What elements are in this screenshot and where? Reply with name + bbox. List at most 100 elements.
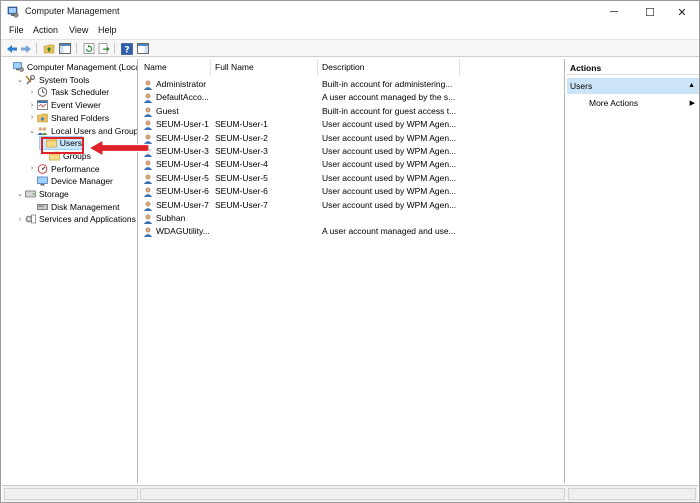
more-actions-item[interactable]: More Actions ▶: [589, 97, 697, 110]
forward-button[interactable]: [19, 42, 33, 55]
collapsed-chevron-icon[interactable]: ›: [28, 114, 36, 121]
cell-name: WDAGUtility...: [156, 226, 210, 237]
cell-description: User account used by WPM Agen...: [322, 199, 457, 210]
annotation-highlight-box: [41, 137, 84, 154]
table-row[interactable]: SEUM-User-7 SEUM-User-7 User account used …: [140, 199, 470, 212]
cell-name: SEUM-User-1: [156, 119, 209, 130]
cell-name: Administrator: [156, 79, 207, 89]
maximize-button[interactable]: ☐: [633, 1, 667, 23]
refresh-button[interactable]: [82, 42, 96, 55]
tree-item-local-users-and-groups[interactable]: ⌄ Local Users and Groups: [28, 125, 138, 137]
show-hide-console-tree-button[interactable]: [58, 42, 72, 55]
export-list-button[interactable]: [97, 42, 111, 55]
up-folder-button[interactable]: [42, 42, 56, 55]
tree-item-performance[interactable]: › Performance: [28, 163, 100, 175]
tree-item-computer-management-local[interactable]: Computer Management (Local: [4, 61, 137, 73]
table-row[interactable]: SEUM-User-5 SEUM-User-5 User account used …: [140, 172, 470, 185]
table-row[interactable]: SEUM-User-6 SEUM-User-6 User account used …: [140, 185, 470, 198]
menu-view[interactable]: View: [69, 25, 88, 35]
annotation-arrow-icon: [88, 139, 150, 157]
toolbar: ?: [1, 39, 699, 57]
collapsed-chevron-icon[interactable]: ›: [28, 89, 36, 96]
toolbar-separator: [114, 43, 115, 54]
table-row[interactable]: SEUM-User-4 SEUM-User-4 User account used …: [140, 158, 470, 171]
cell-name: SEUM-User-7: [156, 199, 209, 210]
folder-up-icon: [43, 44, 55, 54]
close-icon: ✕: [677, 6, 687, 19]
tree-item-shared-folders[interactable]: › Shared Folders: [28, 112, 109, 124]
cell-full-name: [215, 225, 315, 238]
expanded-chevron-icon[interactable]: ⌄: [16, 190, 24, 198]
tree-item-disk-management[interactable]: Disk Management: [28, 201, 120, 213]
tree-item-storage[interactable]: ⌄ Storage: [16, 188, 69, 200]
menu-file[interactable]: File: [9, 25, 24, 35]
menu-help[interactable]: Help: [98, 25, 117, 35]
tree-item-label: Local Users and Groups: [51, 125, 138, 136]
column-header-name[interactable]: Name: [140, 59, 211, 76]
back-button[interactable]: [5, 42, 19, 55]
table-row[interactable]: Administrator Built-in account for admini…: [140, 78, 470, 91]
tree-item-system-tools[interactable]: ⌄ System Tools: [16, 74, 89, 86]
help-icon: ?: [121, 42, 133, 55]
users-list-view: Name Full Name Description Administrator…: [140, 59, 565, 483]
export-list-icon: [98, 43, 110, 54]
tree-item-event-viewer[interactable]: › Event Viewer: [28, 99, 101, 111]
cell-name: SEUM-User-4: [156, 159, 209, 170]
toolbar-separator: [36, 43, 37, 54]
table-row[interactable]: WDAGUtility... A user account managed and…: [140, 225, 470, 238]
computer-management-icon: [13, 62, 24, 72]
tree-item-label: Performance: [51, 163, 100, 174]
storage-icon: [25, 189, 36, 199]
cell-name: Subhan: [156, 213, 186, 223]
cell-name: SEUM-User-3: [156, 146, 209, 156]
collapsed-chevron-icon[interactable]: ›: [16, 216, 24, 223]
console-tree-icon: [59, 43, 71, 54]
user-account-icon: [143, 93, 153, 104]
cell-name: DefaultAcco...: [156, 92, 209, 103]
cell-description: User account used by WPM Agen...: [322, 159, 457, 170]
collapsed-chevron-icon[interactable]: ›: [28, 102, 36, 109]
close-button[interactable]: ✕: [665, 1, 699, 23]
table-row[interactable]: SEUM-User-3 SEUM-User-3 User account used …: [140, 145, 470, 158]
cell-full-name: SEUM-User-5: [215, 172, 268, 183]
column-header-full-name[interactable]: Full Name: [211, 59, 318, 76]
tree-item-label: Disk Management: [51, 201, 120, 212]
tools-icon: [25, 74, 36, 85]
cell-description: User account used by WPM Agen...: [322, 186, 457, 197]
table-row[interactable]: Subhan: [140, 212, 470, 225]
cell-full-name: [215, 91, 315, 104]
tree-item-device-manager[interactable]: Device Manager: [28, 175, 113, 187]
table-row[interactable]: DefaultAcco... A user account managed by …: [140, 91, 470, 104]
expanded-chevron-icon[interactable]: ⌄: [16, 76, 24, 84]
actions-context-users[interactable]: Users ▲: [567, 78, 699, 94]
menu-action[interactable]: Action: [33, 25, 58, 35]
table-row[interactable]: SEUM-User-1 SEUM-User-1 User account used …: [140, 118, 470, 131]
action-pane-icon: [137, 43, 149, 54]
table-row[interactable]: SEUM-User-2 SEUM-User-2 User account used …: [140, 132, 470, 145]
submenu-arrow-icon: ▶: [689, 100, 695, 107]
user-account-icon: [143, 160, 153, 171]
show-hide-action-pane-button[interactable]: [136, 42, 150, 55]
collapsed-chevron-icon[interactable]: ›: [28, 165, 36, 172]
cell-description: A user account managed and use...: [322, 226, 456, 237]
actions-context-label: Users: [570, 81, 593, 91]
expanded-chevron-icon[interactable]: ⌄: [28, 127, 36, 135]
disk-icon: [37, 202, 48, 212]
maximize-icon: ☐: [645, 6, 655, 19]
tree-item-label: Device Manager: [51, 176, 113, 187]
tree-item-label: Storage: [39, 189, 69, 199]
tree-item-services-and-applications[interactable]: › Services and Applications: [16, 213, 136, 225]
column-header-description[interactable]: Description: [318, 59, 460, 76]
user-account-icon: [143, 107, 153, 117]
help-button[interactable]: ?: [120, 42, 134, 55]
tree-item-task-scheduler[interactable]: › Task Scheduler: [28, 86, 109, 98]
table-row[interactable]: Guest Built-in account for guest access t…: [140, 105, 470, 118]
refresh-icon: [83, 43, 95, 54]
user-account-icon: [143, 214, 153, 224]
cell-full-name: SEUM-User-7: [215, 199, 268, 210]
minimize-button[interactable]: ─: [597, 1, 631, 23]
menu-bar: File Action View Help: [1, 23, 699, 38]
cell-full-name: [215, 212, 315, 225]
device-manager-icon: [37, 176, 48, 186]
back-arrow-icon: [7, 44, 17, 53]
